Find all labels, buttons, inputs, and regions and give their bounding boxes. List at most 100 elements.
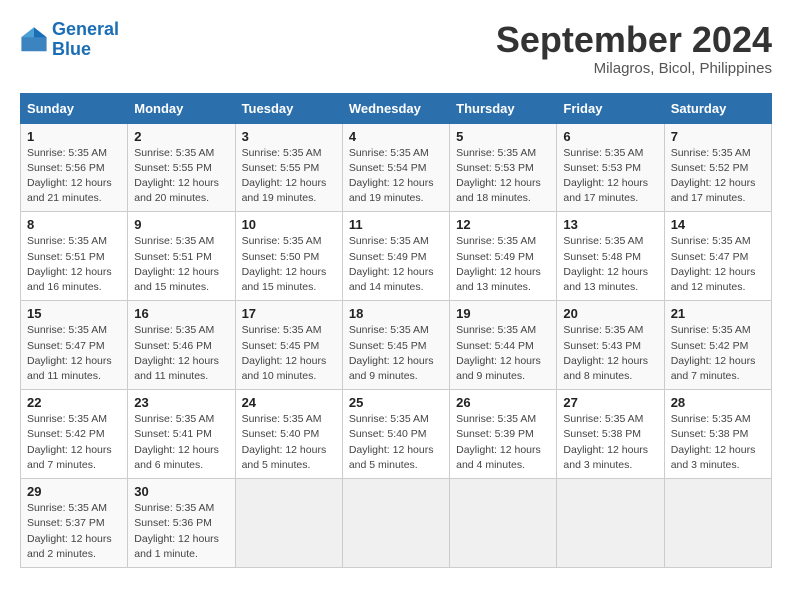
day-info: Sunrise: 5:35 AMSunset: 5:52 PMDaylight:…: [671, 147, 756, 205]
day-number: 21: [671, 306, 765, 321]
day-info: Sunrise: 5:35 AMSunset: 5:43 PMDaylight:…: [563, 324, 648, 382]
calendar-cell: 2 Sunrise: 5:35 AMSunset: 5:55 PMDayligh…: [128, 123, 235, 212]
day-info: Sunrise: 5:35 AMSunset: 5:47 PMDaylight:…: [671, 235, 756, 293]
calendar-cell: 24 Sunrise: 5:35 AMSunset: 5:40 PMDaylig…: [235, 390, 342, 479]
calendar-cell: 16 Sunrise: 5:35 AMSunset: 5:46 PMDaylig…: [128, 301, 235, 390]
day-number: 28: [671, 395, 765, 410]
week-row-1: 1 Sunrise: 5:35 AMSunset: 5:56 PMDayligh…: [21, 123, 772, 212]
day-number: 20: [563, 306, 657, 321]
header-cell-sunday: Sunday: [21, 93, 128, 123]
day-number: 8: [27, 217, 121, 232]
day-number: 24: [242, 395, 336, 410]
day-info: Sunrise: 5:35 AMSunset: 5:45 PMDaylight:…: [242, 324, 327, 382]
calendar-cell: 9 Sunrise: 5:35 AMSunset: 5:51 PMDayligh…: [128, 212, 235, 301]
calendar-cell: 23 Sunrise: 5:35 AMSunset: 5:41 PMDaylig…: [128, 390, 235, 479]
calendar-table: SundayMondayTuesdayWednesdayThursdayFrid…: [20, 93, 772, 568]
day-number: 30: [134, 484, 228, 499]
day-info: Sunrise: 5:35 AMSunset: 5:55 PMDaylight:…: [242, 147, 327, 205]
day-info: Sunrise: 5:35 AMSunset: 5:47 PMDaylight:…: [27, 324, 112, 382]
day-number: 10: [242, 217, 336, 232]
calendar-cell: 3 Sunrise: 5:35 AMSunset: 5:55 PMDayligh…: [235, 123, 342, 212]
calendar-cell: 4 Sunrise: 5:35 AMSunset: 5:54 PMDayligh…: [342, 123, 449, 212]
day-number: 19: [456, 306, 550, 321]
day-number: 4: [349, 129, 443, 144]
calendar-cell: 20 Sunrise: 5:35 AMSunset: 5:43 PMDaylig…: [557, 301, 664, 390]
location-subtitle: Milagros, Bicol, Philippines: [496, 60, 772, 77]
day-info: Sunrise: 5:35 AMSunset: 5:37 PMDaylight:…: [27, 502, 112, 560]
day-number: 7: [671, 129, 765, 144]
calendar-cell: 11 Sunrise: 5:35 AMSunset: 5:49 PMDaylig…: [342, 212, 449, 301]
day-number: 11: [349, 217, 443, 232]
day-info: Sunrise: 5:35 AMSunset: 5:51 PMDaylight:…: [134, 235, 219, 293]
day-info: Sunrise: 5:35 AMSunset: 5:51 PMDaylight:…: [27, 235, 112, 293]
day-number: 23: [134, 395, 228, 410]
header-row: SundayMondayTuesdayWednesdayThursdayFrid…: [21, 93, 772, 123]
day-number: 9: [134, 217, 228, 232]
calendar-cell: [235, 479, 342, 568]
week-row-5: 29 Sunrise: 5:35 AMSunset: 5:37 PMDaylig…: [21, 479, 772, 568]
day-info: Sunrise: 5:35 AMSunset: 5:45 PMDaylight:…: [349, 324, 434, 382]
day-number: 27: [563, 395, 657, 410]
day-info: Sunrise: 5:35 AMSunset: 5:40 PMDaylight:…: [349, 413, 434, 471]
calendar-cell: 5 Sunrise: 5:35 AMSunset: 5:53 PMDayligh…: [450, 123, 557, 212]
day-info: Sunrise: 5:35 AMSunset: 5:56 PMDaylight:…: [27, 147, 112, 205]
page-header: General Blue September 2024 Milagros, Bi…: [20, 20, 772, 77]
day-info: Sunrise: 5:35 AMSunset: 5:42 PMDaylight:…: [671, 324, 756, 382]
title-block: September 2024 Milagros, Bicol, Philippi…: [496, 20, 772, 77]
calendar-cell: 10 Sunrise: 5:35 AMSunset: 5:50 PMDaylig…: [235, 212, 342, 301]
calendar-cell: 29 Sunrise: 5:35 AMSunset: 5:37 PMDaylig…: [21, 479, 128, 568]
calendar-cell: 27 Sunrise: 5:35 AMSunset: 5:38 PMDaylig…: [557, 390, 664, 479]
day-info: Sunrise: 5:35 AMSunset: 5:53 PMDaylight:…: [456, 147, 541, 205]
day-number: 5: [456, 129, 550, 144]
calendar-cell: 1 Sunrise: 5:35 AMSunset: 5:56 PMDayligh…: [21, 123, 128, 212]
day-info: Sunrise: 5:35 AMSunset: 5:40 PMDaylight:…: [242, 413, 327, 471]
calendar-cell: 17 Sunrise: 5:35 AMSunset: 5:45 PMDaylig…: [235, 301, 342, 390]
day-number: 15: [27, 306, 121, 321]
logo-icon: [20, 26, 48, 54]
day-number: 17: [242, 306, 336, 321]
calendar-cell: 18 Sunrise: 5:35 AMSunset: 5:45 PMDaylig…: [342, 301, 449, 390]
day-info: Sunrise: 5:35 AMSunset: 5:49 PMDaylight:…: [456, 235, 541, 293]
calendar-cell: [342, 479, 449, 568]
header-cell-saturday: Saturday: [664, 93, 771, 123]
day-info: Sunrise: 5:35 AMSunset: 5:53 PMDaylight:…: [563, 147, 648, 205]
header-cell-monday: Monday: [128, 93, 235, 123]
day-number: 1: [27, 129, 121, 144]
calendar-cell: 22 Sunrise: 5:35 AMSunset: 5:42 PMDaylig…: [21, 390, 128, 479]
day-info: Sunrise: 5:35 AMSunset: 5:39 PMDaylight:…: [456, 413, 541, 471]
header-cell-friday: Friday: [557, 93, 664, 123]
day-info: Sunrise: 5:35 AMSunset: 5:41 PMDaylight:…: [134, 413, 219, 471]
calendar-cell: 7 Sunrise: 5:35 AMSunset: 5:52 PMDayligh…: [664, 123, 771, 212]
day-number: 2: [134, 129, 228, 144]
day-info: Sunrise: 5:35 AMSunset: 5:44 PMDaylight:…: [456, 324, 541, 382]
week-row-3: 15 Sunrise: 5:35 AMSunset: 5:47 PMDaylig…: [21, 301, 772, 390]
calendar-cell: 8 Sunrise: 5:35 AMSunset: 5:51 PMDayligh…: [21, 212, 128, 301]
day-number: 29: [27, 484, 121, 499]
day-info: Sunrise: 5:35 AMSunset: 5:48 PMDaylight:…: [563, 235, 648, 293]
day-info: Sunrise: 5:35 AMSunset: 5:38 PMDaylight:…: [563, 413, 648, 471]
calendar-cell: 13 Sunrise: 5:35 AMSunset: 5:48 PMDaylig…: [557, 212, 664, 301]
calendar-header: SundayMondayTuesdayWednesdayThursdayFrid…: [21, 93, 772, 123]
day-info: Sunrise: 5:35 AMSunset: 5:36 PMDaylight:…: [134, 502, 219, 560]
week-row-2: 8 Sunrise: 5:35 AMSunset: 5:51 PMDayligh…: [21, 212, 772, 301]
day-info: Sunrise: 5:35 AMSunset: 5:50 PMDaylight:…: [242, 235, 327, 293]
day-number: 12: [456, 217, 550, 232]
calendar-cell: 12 Sunrise: 5:35 AMSunset: 5:49 PMDaylig…: [450, 212, 557, 301]
calendar-cell: [664, 479, 771, 568]
day-info: Sunrise: 5:35 AMSunset: 5:49 PMDaylight:…: [349, 235, 434, 293]
header-cell-tuesday: Tuesday: [235, 93, 342, 123]
day-info: Sunrise: 5:35 AMSunset: 5:38 PMDaylight:…: [671, 413, 756, 471]
logo-text: General Blue: [52, 20, 119, 60]
day-number: 25: [349, 395, 443, 410]
day-info: Sunrise: 5:35 AMSunset: 5:46 PMDaylight:…: [134, 324, 219, 382]
month-title: September 2024: [496, 20, 772, 60]
day-number: 13: [563, 217, 657, 232]
header-cell-thursday: Thursday: [450, 93, 557, 123]
day-number: 26: [456, 395, 550, 410]
day-number: 6: [563, 129, 657, 144]
calendar-cell: 15 Sunrise: 5:35 AMSunset: 5:47 PMDaylig…: [21, 301, 128, 390]
day-number: 22: [27, 395, 121, 410]
calendar-cell: [557, 479, 664, 568]
day-info: Sunrise: 5:35 AMSunset: 5:55 PMDaylight:…: [134, 147, 219, 205]
calendar-cell: 28 Sunrise: 5:35 AMSunset: 5:38 PMDaylig…: [664, 390, 771, 479]
